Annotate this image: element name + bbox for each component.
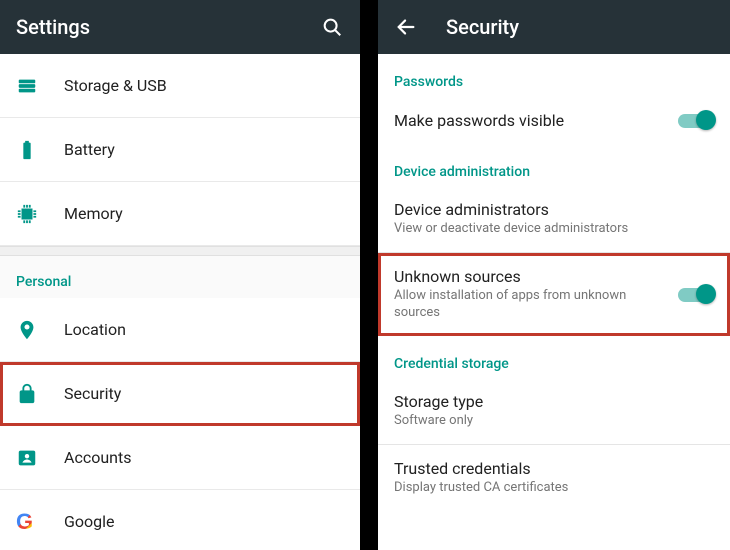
pane-gap bbox=[360, 0, 378, 550]
pref-title: Storage type bbox=[394, 392, 706, 411]
google-icon: G bbox=[16, 509, 56, 535]
security-pane: Security Passwords Make passwords visibl… bbox=[378, 0, 730, 550]
pref-device-administrators[interactable]: Device administrators View or deactivate… bbox=[378, 186, 730, 252]
toggle-unknown-sources[interactable] bbox=[678, 284, 714, 304]
pref-title: Device administrators bbox=[394, 200, 706, 219]
security-title: Security bbox=[446, 15, 714, 39]
search-icon[interactable] bbox=[320, 15, 344, 39]
category-credential-storage: Credential storage bbox=[378, 336, 730, 378]
pref-subtitle: Display trusted CA certificates bbox=[394, 480, 706, 497]
category-personal: Personal bbox=[0, 256, 360, 298]
pref-make-passwords-visible[interactable]: Make passwords visible bbox=[378, 96, 730, 144]
pref-subtitle: View or deactivate device administrators bbox=[394, 221, 706, 238]
settings-item-location[interactable]: Location bbox=[0, 298, 360, 362]
settings-item-label: Location bbox=[56, 320, 344, 339]
memory-icon bbox=[16, 203, 56, 225]
category-device-admin: Device administration bbox=[378, 144, 730, 186]
settings-item-memory[interactable]: Memory bbox=[0, 182, 360, 246]
pref-title: Make passwords visible bbox=[394, 111, 670, 130]
lock-icon bbox=[16, 383, 56, 405]
pref-title: Trusted credentials bbox=[394, 459, 706, 478]
back-icon[interactable] bbox=[394, 15, 418, 39]
category-passwords: Passwords bbox=[378, 54, 730, 96]
divider bbox=[0, 246, 360, 256]
battery-icon bbox=[16, 139, 56, 161]
settings-item-label: Battery bbox=[56, 140, 344, 159]
settings-item-security[interactable]: Security bbox=[0, 362, 360, 426]
settings-item-label: Accounts bbox=[56, 448, 344, 467]
settings-item-label: Google bbox=[56, 512, 344, 531]
settings-appbar: Settings bbox=[0, 0, 360, 54]
pref-subtitle: Software only bbox=[394, 413, 706, 430]
settings-item-storage[interactable]: Storage & USB bbox=[0, 54, 360, 118]
settings-item-label: Memory bbox=[56, 204, 344, 223]
settings-item-accounts[interactable]: Accounts bbox=[0, 426, 360, 490]
storage-icon bbox=[16, 75, 56, 97]
pref-storage-type[interactable]: Storage type Software only bbox=[378, 378, 730, 444]
settings-item-google[interactable]: G Google bbox=[0, 490, 360, 550]
settings-item-battery[interactable]: Battery bbox=[0, 118, 360, 182]
settings-item-label: Storage & USB bbox=[56, 76, 344, 95]
security-list: Passwords Make passwords visible Device … bbox=[378, 54, 730, 550]
pref-subtitle: Allow installation of apps from unknown … bbox=[394, 288, 670, 322]
settings-item-label: Security bbox=[56, 384, 344, 403]
pref-unknown-sources[interactable]: Unknown sources Allow installation of ap… bbox=[378, 253, 730, 336]
settings-list: Storage & USB Battery Memory Personal Lo… bbox=[0, 54, 360, 550]
location-icon bbox=[16, 319, 56, 341]
toggle-passwords-visible[interactable] bbox=[678, 110, 714, 130]
pref-trusted-credentials[interactable]: Trusted credentials Display trusted CA c… bbox=[378, 445, 730, 511]
settings-title: Settings bbox=[16, 15, 320, 39]
accounts-icon bbox=[16, 447, 56, 469]
security-appbar: Security bbox=[378, 0, 730, 54]
pref-title: Unknown sources bbox=[394, 267, 670, 286]
settings-pane: Settings Storage & USB Battery Memory bbox=[0, 0, 360, 550]
